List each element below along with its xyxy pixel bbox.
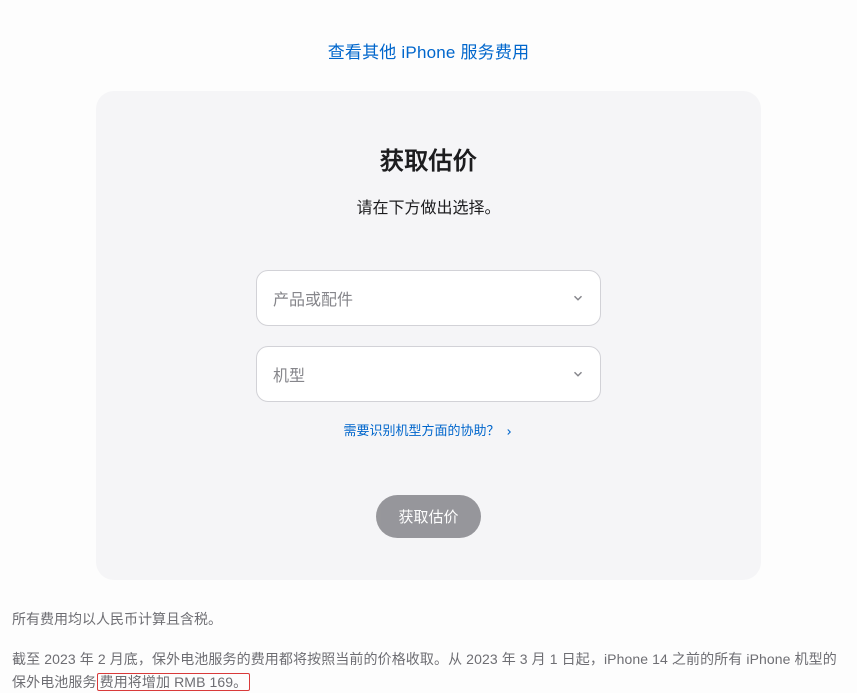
- product-select[interactable]: 产品或配件: [256, 270, 601, 326]
- model-select-wrapper: 机型: [256, 346, 601, 402]
- footer-notes: 所有费用均以人民币计算且含税。 截至 2023 年 2 月底，保外电池服务的费用…: [0, 608, 857, 693]
- product-select-wrapper: 产品或配件: [256, 270, 601, 326]
- footer-line-2: 截至 2023 年 2 月底，保外电池服务的费用都将按照当前的价格收取。从 20…: [12, 648, 845, 693]
- other-service-fees-link[interactable]: 查看其他 iPhone 服务费用: [328, 43, 530, 62]
- identify-model-help-link[interactable]: 需要识别机型方面的协助？: [343, 420, 513, 439]
- model-select[interactable]: 机型: [256, 346, 601, 402]
- estimate-card: 获取估价 请在下方做出选择。 产品或配件 机型 需要识别机型方面的协助？ 获取估…: [96, 91, 761, 580]
- card-subtitle: 请在下方做出选择。: [136, 194, 721, 218]
- card-title: 获取估价: [136, 141, 721, 176]
- help-link-label: 需要识别机型方面的协助？: [343, 420, 499, 439]
- chevron-right-icon: [504, 425, 514, 435]
- price-increase-highlight: 费用将增加 RMB 169。: [97, 673, 251, 691]
- footer-line-1: 所有费用均以人民币计算且含税。: [12, 608, 845, 630]
- get-estimate-button[interactable]: 获取估价: [376, 495, 480, 538]
